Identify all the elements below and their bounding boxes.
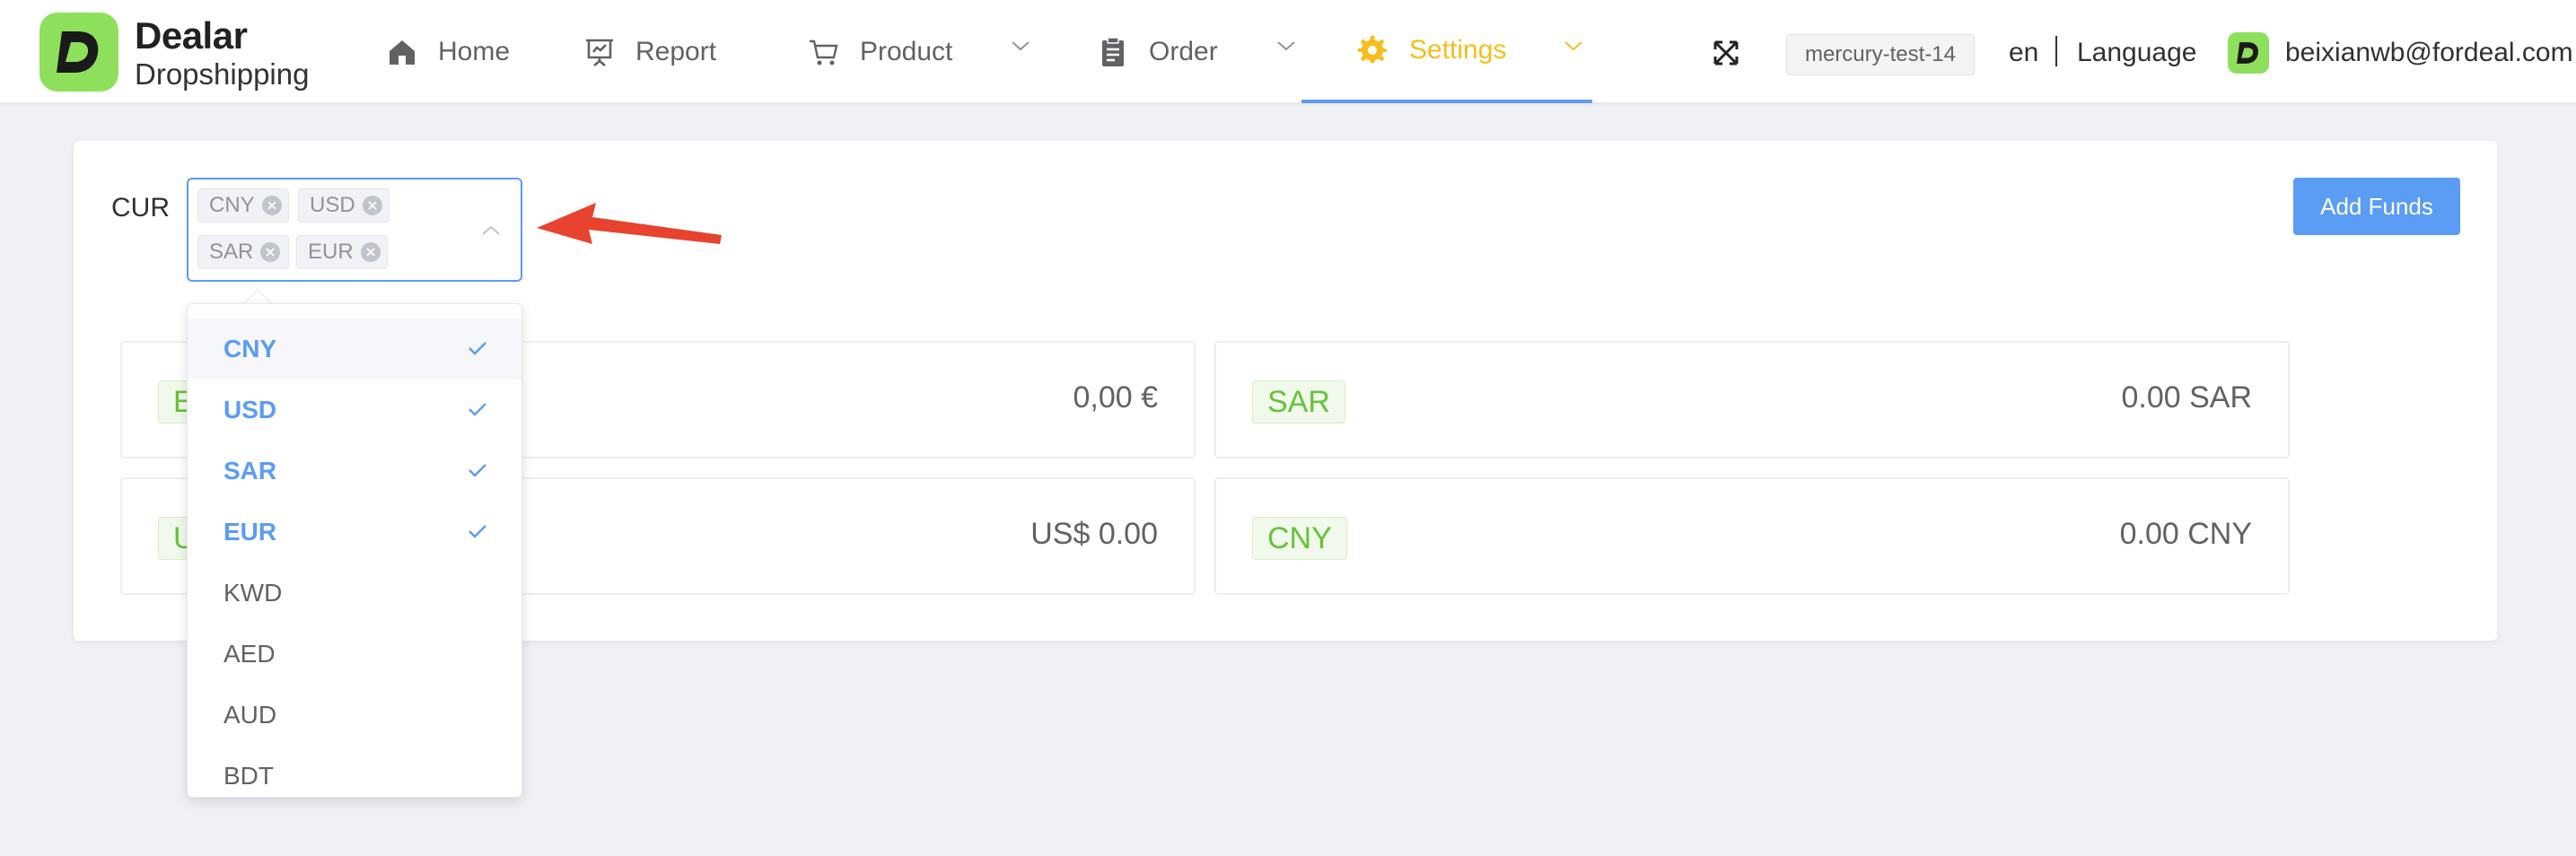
tag-eur: EUR [296, 235, 388, 269]
check-icon [469, 403, 486, 416]
option-label: KWD [223, 579, 283, 607]
divider [2055, 36, 2057, 66]
option-label: BDT [223, 762, 274, 790]
chevron-down-icon [1564, 41, 1582, 51]
tag-label: SAR [209, 240, 254, 264]
nav-settings[interactable]: Settings [1301, 0, 1592, 103]
nav-settings-label: Settings [1409, 34, 1507, 65]
balance-amount: 0,00 € [1073, 380, 1158, 415]
nav-order-label: Order [1149, 36, 1218, 66]
option-label: EUR [223, 518, 277, 546]
option-label: AED [223, 640, 276, 668]
tag-usd: USD [298, 188, 390, 223]
nav-home[interactable]: Home [386, 0, 510, 103]
option-usd[interactable]: USD [188, 380, 521, 441]
nav-product[interactable]: Product [808, 0, 1032, 103]
home-icon [386, 36, 418, 68]
close-icon[interactable] [260, 242, 281, 262]
option-kwd[interactable]: KWD [188, 563, 521, 624]
currency-dropdown: CNY USD SAR EUR KWD AED AUD BDT [187, 303, 522, 798]
store-badge[interactable]: mercury-test-14 [1786, 34, 1975, 75]
language-code[interactable]: en [2009, 38, 2038, 68]
shopping-bag-icon [808, 36, 840, 68]
check-icon [469, 464, 486, 477]
tag-sar: SAR [197, 235, 289, 269]
dealar-logo-icon[interactable] [39, 13, 118, 92]
balance-amount: US$ 0.00 [1030, 517, 1158, 551]
option-label: SAR [223, 457, 277, 485]
tag-label: USD [310, 193, 355, 217]
language-switch[interactable]: Language [2077, 38, 2196, 68]
option-label: AUD [223, 701, 277, 729]
close-icon[interactable] [261, 196, 282, 215]
balance-amount: 0.00 CNY [2119, 517, 2252, 551]
presentation-chart-icon [583, 36, 616, 68]
balance-amount: 0.00 SAR [2121, 380, 2252, 415]
currency-tag: CNY [1252, 517, 1347, 560]
option-label: USD [223, 396, 277, 424]
tag-label: EUR [308, 240, 354, 264]
fullscreen-icon[interactable] [1713, 39, 1739, 66]
brand-title: Dealar [135, 14, 248, 57]
brand-subtitle: Dropshipping [135, 57, 310, 91]
gear-icon [1357, 34, 1389, 66]
currency-multiselect[interactable]: CNY USD SAR EUR [187, 178, 522, 282]
close-icon[interactable] [360, 242, 381, 262]
option-aud[interactable]: AUD [188, 685, 521, 746]
nav-report-label: Report [635, 36, 717, 66]
option-sar[interactable]: SAR [188, 441, 521, 502]
tag-cny: CNY [197, 188, 289, 223]
tag-label: CNY [209, 193, 255, 217]
check-icon [469, 525, 486, 538]
annotation-arrow-icon [537, 203, 722, 244]
currency-filter-label: CUR [111, 193, 170, 223]
option-label: CNY [223, 335, 277, 362]
chevron-up-icon[interactable] [481, 224, 501, 237]
add-funds-button[interactable]: Add Funds [2293, 178, 2460, 235]
user-email[interactable]: beixianwb@fordeal.com [2285, 38, 2573, 68]
close-icon[interactable] [362, 196, 382, 215]
currency-tag: SAR [1252, 380, 1345, 424]
avatar[interactable] [2228, 32, 2269, 74]
option-bdt[interactable]: BDT [188, 746, 521, 797]
balance-card-sar: SAR 0.00 SAR [1214, 341, 2290, 459]
clipboard-icon [1097, 36, 1129, 68]
chevron-down-icon [1277, 41, 1295, 51]
nav-home-label: Home [438, 36, 511, 66]
nav-product-label: Product [860, 36, 953, 66]
nav-report[interactable]: Report [583, 0, 716, 103]
option-cny[interactable]: CNY [188, 319, 521, 380]
option-aed[interactable]: AED [188, 624, 521, 685]
option-eur[interactable]: EUR [188, 502, 521, 563]
nav-order[interactable]: Order [1097, 0, 1295, 103]
chevron-down-icon [1012, 41, 1030, 51]
top-navbar: Dealar Dropshipping Home Report Product … [0, 0, 2576, 103]
balance-card-cny: CNY 0.00 CNY [1214, 477, 2290, 595]
check-icon [469, 342, 486, 355]
